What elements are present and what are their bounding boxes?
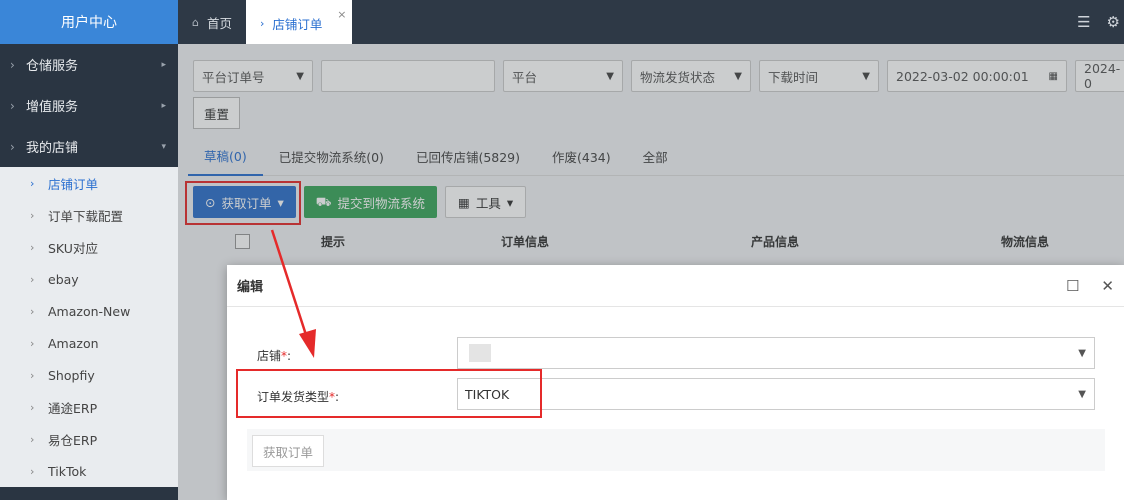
maximize-icon[interactable]: ☐	[1066, 277, 1079, 295]
home-icon: ⌂	[192, 15, 199, 29]
tab-home[interactable]: ⌂ 首页	[178, 0, 246, 44]
sidebar-item-label: ebay	[48, 271, 79, 287]
order-type-select[interactable]: TIKTOK ▼	[457, 378, 1095, 410]
caret-down-icon: ▾	[161, 141, 166, 152]
sidebar-item-ebay[interactable]: › ebay	[0, 263, 178, 295]
chevron-right-icon: ›	[10, 57, 15, 72]
sidebar-item-shopfiy[interactable]: › Shopfiy	[0, 359, 178, 391]
menu-item-my-stores[interactable]: › 我的店铺 ▾	[0, 126, 178, 167]
sidebar-item-label: SKU对应	[48, 240, 98, 256]
submenu: › 店铺订单 › 订单下载配置 › SKU对应 › ebay › Amazon-New ›…	[0, 167, 178, 487]
sidebar-item-label: 通途ERP	[48, 400, 98, 416]
sidebar: 用户中心 › 仓储服务 ▸ › 增值服务 ▸ › 我的店铺 ▾ › 店铺订单 › 订…	[0, 0, 178, 500]
sidebar-item-store-orders[interactable]: › 店铺订单	[0, 167, 178, 199]
sidebar-item-yicang[interactable]: › 易仓ERP	[0, 423, 178, 455]
chevron-right-icon: ›	[30, 176, 35, 190]
blurred-value	[469, 344, 491, 362]
required-mark: *	[281, 349, 288, 363]
menu-item-label: 仓储服务	[26, 59, 79, 74]
close-icon[interactable]: ✕	[1101, 277, 1114, 295]
store-select[interactable]: ▼	[457, 337, 1095, 369]
chevron-right-icon: ›	[30, 240, 35, 254]
menu-item-storage[interactable]: › 仓储服务 ▸	[0, 44, 178, 85]
sidebar-item-download-config[interactable]: › 订单下载配置	[0, 199, 178, 231]
sidebar-item-amazon-new[interactable]: › Amazon-New	[0, 295, 178, 327]
top-right-tools: ☰ ⚙	[1077, 0, 1124, 44]
chevron-right-icon: ›	[30, 368, 35, 382]
sidebar-item-label: Amazon	[48, 335, 99, 351]
sidebar-item-label: TikTok	[48, 463, 87, 479]
dialog-window-buttons: ☐ ✕	[1066, 277, 1114, 295]
chevron-right-icon: ›	[260, 16, 265, 30]
sidebar-item-amazon[interactable]: › Amazon	[0, 327, 178, 359]
caret-down-icon: ▼	[1078, 388, 1086, 400]
chevron-right-icon: ›	[30, 432, 35, 446]
menu-item-label: 增值服务	[26, 100, 79, 115]
chevron-right-icon: ›	[30, 304, 35, 318]
chevron-right-icon: ›	[10, 139, 15, 154]
caret-down-icon: ▼	[1078, 347, 1086, 359]
sidebar-item-tongtu[interactable]: › 通途ERP	[0, 391, 178, 423]
sidebar-item-sku[interactable]: › SKU对应	[0, 231, 178, 263]
chevron-right-icon: ›	[30, 208, 35, 222]
tab-store-orders[interactable]: › 店铺订单 ×	[246, 0, 353, 44]
menu-item-value-added[interactable]: › 增值服务 ▸	[0, 85, 178, 126]
sidebar-title: 用户中心	[0, 0, 178, 44]
settings-icon[interactable]: ⚙	[1107, 13, 1120, 31]
chevron-right-icon: ›	[30, 464, 35, 478]
sidebar-item-label: 订单下载配置	[48, 208, 124, 224]
tab-label: 店铺订单	[272, 16, 323, 32]
menu-item-label: 我的店铺	[26, 141, 79, 156]
sidebar-item-label: Amazon-New	[48, 303, 131, 319]
chevron-right-icon: ›	[10, 98, 15, 113]
chevron-right-icon: ›	[30, 272, 35, 286]
tab-label: 首页	[206, 15, 232, 31]
top-tab-bar: ⌂ 首页 › 店铺订单 × ☰ ⚙	[178, 0, 1124, 44]
caret-right-icon: ▸	[161, 100, 166, 111]
sidebar-item-tiktok[interactable]: › TikTok	[0, 455, 178, 487]
close-icon[interactable]: ×	[337, 8, 346, 21]
menu-collapse-icon[interactable]: ☰	[1077, 13, 1090, 31]
sidebar-item-label: 易仓ERP	[48, 432, 98, 448]
label-text: 店铺	[257, 349, 282, 363]
chevron-right-icon: ›	[30, 336, 35, 350]
dialog-title: 编辑	[227, 265, 1124, 307]
highlight-box	[236, 369, 542, 418]
sidebar-item-label: 店铺订单	[48, 176, 99, 192]
caret-right-icon: ▸	[161, 59, 166, 70]
chevron-right-icon: ›	[30, 400, 35, 414]
dialog-fetch-button[interactable]: 获取订单	[252, 435, 325, 467]
store-label: 店铺*:	[257, 349, 292, 363]
sidebar-item-label: Shopfiy	[48, 367, 95, 383]
